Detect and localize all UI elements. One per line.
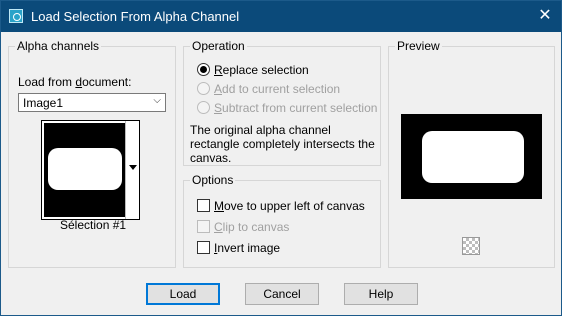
transparency-toggle-icon[interactable] <box>462 237 480 255</box>
radio-icon <box>197 82 210 95</box>
checkbox-icon <box>197 199 210 212</box>
channel-name: Sélection #1 <box>60 218 127 232</box>
channel-thumbnail-picker[interactable] <box>41 120 140 220</box>
operation-message-line-3: canvas. <box>190 151 232 165</box>
preview-selection-shape <box>422 131 524 183</box>
radio-icon <box>197 101 210 114</box>
load-button[interactable]: Load <box>146 283 220 305</box>
help-button[interactable]: Help <box>344 283 418 305</box>
operation-title: Operation <box>190 39 247 53</box>
document-select-value: Image1 <box>23 96 64 110</box>
preview-title: Preview <box>395 39 442 53</box>
preview-image <box>401 114 542 199</box>
checkbox-icon <box>197 220 210 233</box>
chevron-down-icon: ⌵ <box>153 95 161 106</box>
dialog-window: Load Selection From Alpha Channel ✕ Alph… <box>0 0 562 316</box>
operation-message-line-1: The original alpha channel <box>190 123 331 137</box>
options-title: Options <box>190 173 236 187</box>
options-group: Options Move to upper left of canvas Cli… <box>183 173 381 268</box>
preview-group: Preview <box>388 39 555 268</box>
operation-group: Operation Replace selection Add to curre… <box>183 39 381 166</box>
title-bar: Load Selection From Alpha Channel ✕ <box>1 1 561 32</box>
window-title: Load Selection From Alpha Channel <box>31 9 240 24</box>
document-select[interactable]: Image1 ⌵ <box>18 93 166 112</box>
alpha-channels-title: Alpha channels <box>15 39 102 53</box>
close-icon[interactable]: ✕ <box>535 6 555 26</box>
radio-icon <box>197 63 210 76</box>
app-icon <box>9 9 23 23</box>
operation-message-line-2: rectangle completely intersects the <box>190 137 375 151</box>
alpha-channels-group: Alpha channels Load from document: Image… <box>8 39 176 268</box>
load-from-document-label: Load from document: <box>18 75 132 89</box>
thumbnail-dropdown-arrow-icon[interactable] <box>125 121 139 219</box>
channel-thumbnail-shape <box>48 148 122 190</box>
channel-thumbnail <box>44 123 125 217</box>
cancel-button[interactable]: Cancel <box>245 283 319 305</box>
checkbox-icon <box>197 241 210 254</box>
